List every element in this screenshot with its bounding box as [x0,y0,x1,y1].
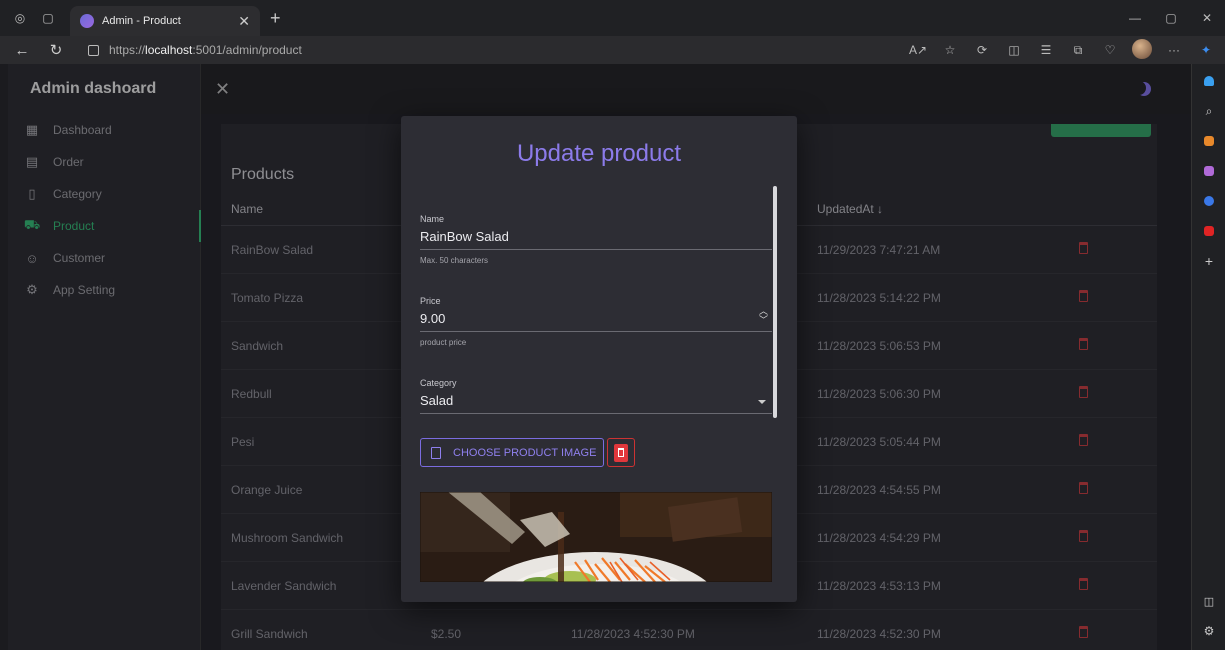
choose-product-image-button[interactable]: CHOOSE PRODUCT IMAGE [420,438,604,467]
choose-image-label: CHOOSE PRODUCT IMAGE [453,446,597,459]
browser-tabbar: ◎ ▢ Admin - Product ✕ + — ▢ ✕ [0,0,1225,36]
search-icon[interactable]: ⌕ [1192,98,1225,124]
delete-image-button[interactable] [607,438,635,467]
edge-sidebar: ⌕ + ◫ ⚙ [1191,64,1225,650]
category-field[interactable]: Category Salad [420,378,772,414]
copilot-icon[interactable]: ✦ [1193,43,1219,57]
new-tab-button[interactable]: + [270,8,281,29]
add-sidebar-icon[interactable]: + [1192,248,1225,274]
name-input[interactable]: RainBow Salad [420,229,772,250]
collections-icon[interactable]: ⧉ [1065,43,1091,58]
salad-photo [420,492,772,582]
sidebar-toggle-icon[interactable]: ◫ [1192,588,1225,614]
price-field[interactable]: Price 9.00 ︿ ﹀ product price [420,296,772,347]
price-label: Price [420,296,441,306]
sidebar-settings-icon[interactable]: ⚙ [1192,618,1225,644]
tab-favicon-icon [80,14,94,28]
profile-avatar[interactable] [1129,38,1155,62]
lock-icon [88,44,99,56]
more-menu-icon[interactable]: ··· [1161,43,1187,57]
url-host: localhost [145,43,193,57]
dialog-title: Update product [516,140,682,167]
chevron-down-icon [758,400,766,404]
browser-tab[interactable]: Admin - Product ✕ [70,6,260,36]
price-helper-text: product price [420,338,467,347]
price-stepper-icon[interactable]: ︿ ﹀ [759,307,768,325]
extensions-icon[interactable]: ⟳ [969,43,995,57]
restore-icon[interactable]: ▢ [1153,0,1189,36]
url-path: :5001/admin/product [192,43,302,57]
url-prefix: https:// [109,43,146,57]
price-input[interactable]: 9.00 ︿ ﹀ [420,307,772,332]
youtube-icon[interactable] [1192,218,1225,244]
close-tab-icon[interactable]: ✕ [238,13,250,30]
file-upload-icon [431,446,441,459]
name-label: Name [420,214,445,224]
dialog-scrollbar[interactable] [773,186,777,418]
url-field[interactable]: https://localhost:5001/admin/product [88,43,302,57]
favorites-icon[interactable]: ☰ [1033,43,1059,57]
update-product-dialog: Update product Name RainBow Salad Max. 5… [401,116,797,602]
health-icon[interactable]: ♡ [1097,43,1123,57]
split-screen-icon[interactable]: ◫ [1001,43,1027,57]
notifications-icon[interactable] [1192,68,1225,94]
read-aloud-icon[interactable]: A↗ [905,43,931,57]
favorite-star-icon[interactable]: ☆ [937,43,963,57]
address-bar: ← ↻ https://localhost:5001/admin/product… [0,36,1225,64]
product-image-preview [420,492,772,582]
games-icon[interactable] [1192,158,1225,184]
trash-icon [614,443,628,462]
category-value: Salad [420,393,454,408]
workspaces-icon[interactable]: ◎ [12,10,28,26]
category-label: Category [420,378,457,388]
category-select[interactable]: Salad [420,393,772,414]
shopping-icon[interactable] [1192,128,1225,154]
close-window-icon[interactable]: ✕ [1189,0,1225,36]
tab-actions-icon[interactable]: ▢ [40,10,56,26]
tab-title: Admin - Product [102,15,181,27]
name-helper-text: Max. 50 characters [420,256,489,265]
refresh-icon[interactable]: ↻ [44,41,68,59]
office-icon[interactable] [1192,188,1225,214]
back-icon[interactable]: ← [10,42,34,59]
name-field[interactable]: Name RainBow Salad Max. 50 characters [420,214,772,265]
minimize-icon[interactable]: — [1117,0,1153,36]
price-value: 9.00 [420,311,446,326]
